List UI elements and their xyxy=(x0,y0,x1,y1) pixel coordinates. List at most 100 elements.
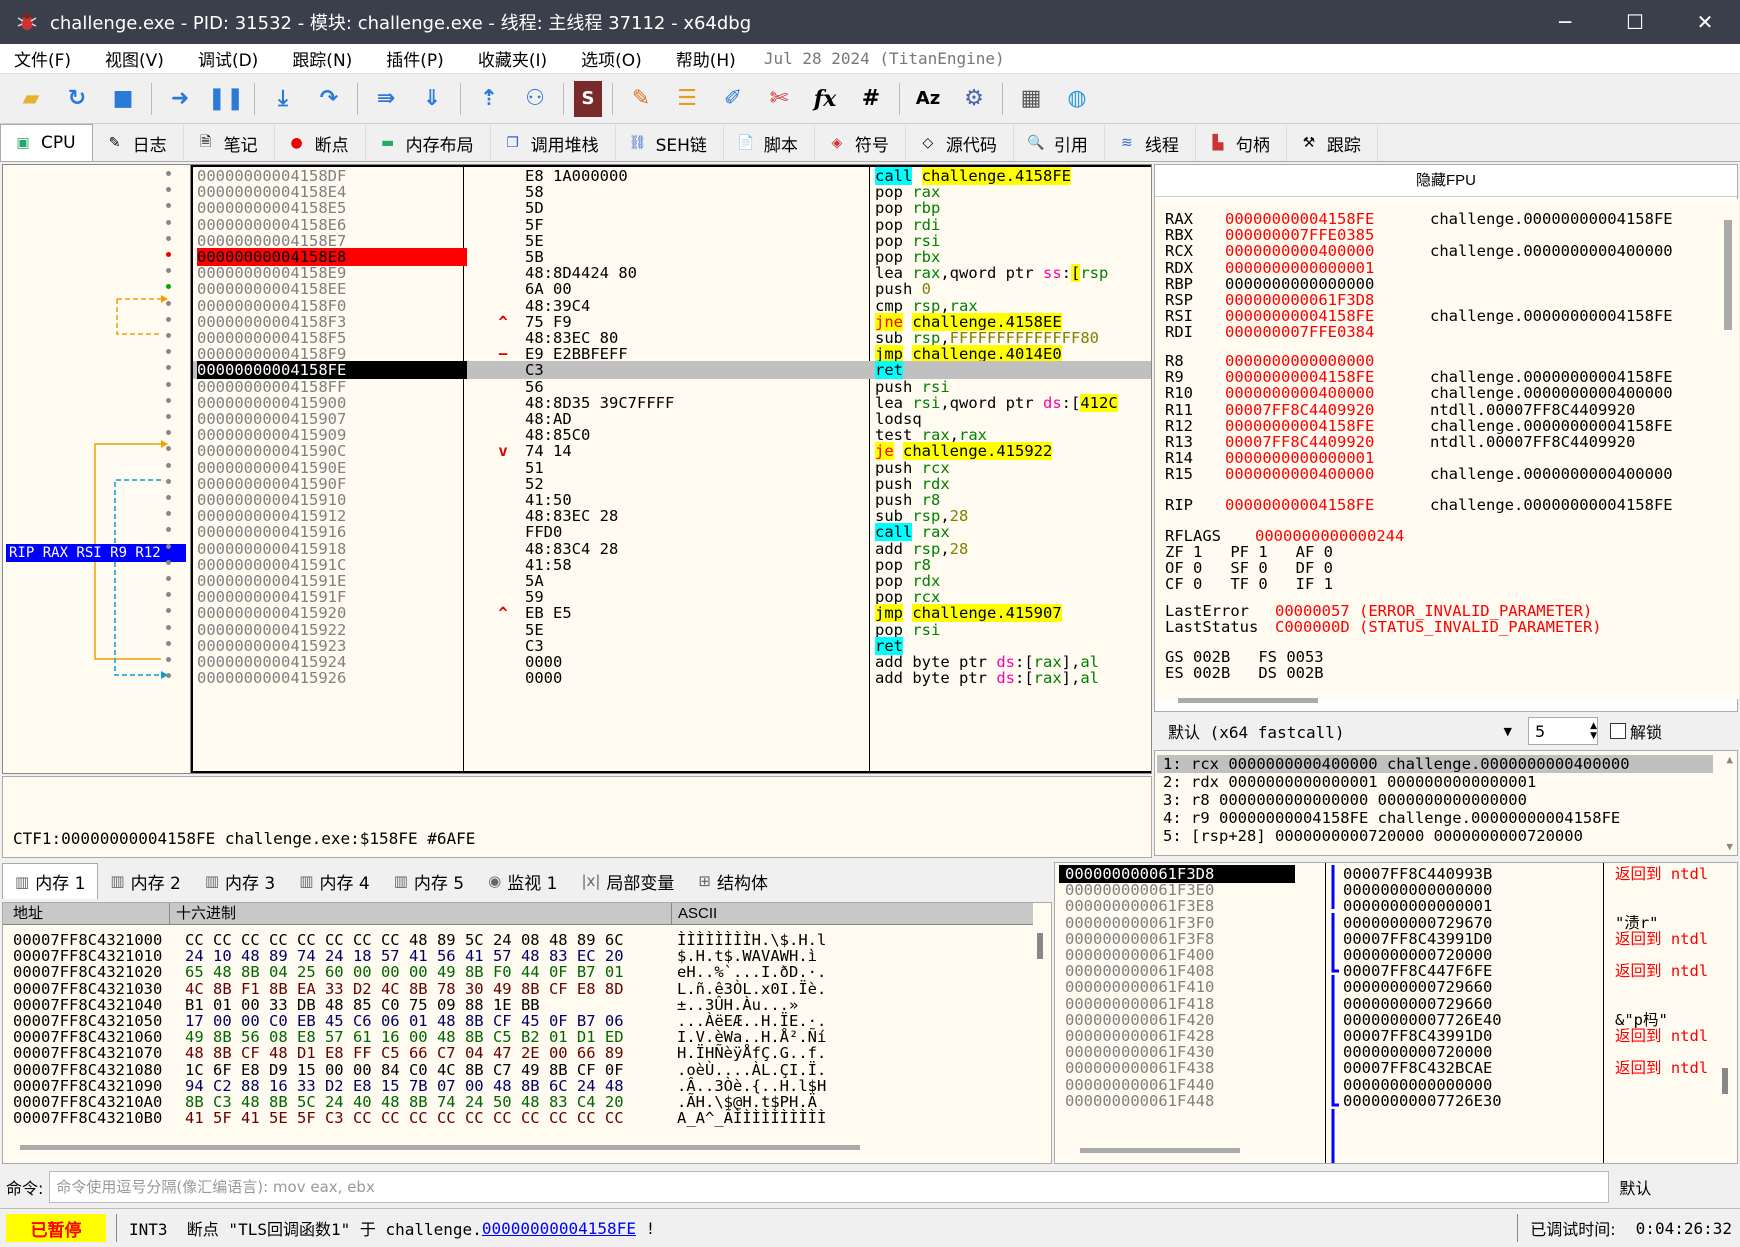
stack-address[interactable]: 000000000061F448 xyxy=(1065,1092,1214,1110)
segment-row[interactable]: ES 002B DS 002B xyxy=(1165,665,1324,681)
register-value[interactable]: 00000000004158FE xyxy=(1225,369,1430,385)
disasm-instruction[interactable]: add byte ptr ds:[rax],al xyxy=(875,669,1145,687)
tab-struct[interactable]: ⊞ 结构体 xyxy=(686,863,780,899)
register-value[interactable]: 000000007FFE0385 xyxy=(1225,227,1430,243)
dump-v-scrollbar[interactable] xyxy=(1037,933,1043,959)
disasm-row[interactable]: 0000000000415926 0000 add byte ptr ds:[rax… xyxy=(193,669,1151,687)
hex-dump[interactable]: 地址 十六进制 ASCII 00007FF8C4321000 CC CC CC C… xyxy=(2,902,1052,1164)
register-row[interactable]: RSI 00000000004158FE challenge.00000000004… xyxy=(1165,308,1673,324)
dump-header-address[interactable]: 地址 xyxy=(13,903,43,925)
register-row[interactable]: RDI 000000007FFE0384 xyxy=(1165,324,1430,340)
stop-icon[interactable]: ■ xyxy=(105,81,141,117)
row-marker-icon[interactable] xyxy=(166,462,171,468)
row-marker-icon[interactable] xyxy=(166,543,171,549)
patch-icon[interactable]: ✎ xyxy=(623,81,659,117)
flags-row[interactable]: OF 0 SF 0 DF 0 xyxy=(1165,560,1333,576)
run-icon[interactable]: ➜ xyxy=(162,81,198,117)
run-to-user-code-icon[interactable]: ⚇ xyxy=(517,81,553,117)
register-value[interactable]: 0000000000000000 xyxy=(1225,353,1430,369)
argument-row[interactable]: 5: [rsp+28] 0000000000720000 00000000007… xyxy=(1163,827,1583,845)
menu-options[interactable]: 选项(O) xyxy=(567,46,656,71)
step-into-icon[interactable]: ⤓ xyxy=(265,81,301,117)
menu-view[interactable]: 视图(V) xyxy=(91,46,178,71)
register-value[interactable]: C000000D (STATUS_INVALID_PARAMETER) xyxy=(1275,618,1602,636)
dump-ascii[interactable]: A_A^_ÃÌÌÌÌÌÌÌÌÌÌ xyxy=(677,1109,826,1127)
tab-trace[interactable]: ⚒ 跟踪 xyxy=(1287,125,1378,161)
variables-icon[interactable]: # xyxy=(853,81,889,117)
instruction-list[interactable]: 00000000004158DF E8 1A000000 call challeng… xyxy=(191,165,1151,773)
hide-fpu-button[interactable]: 隐藏FPU xyxy=(1155,165,1737,197)
register-value[interactable]: 0000000000400000 xyxy=(1225,385,1430,401)
register-row[interactable]: R13 00007FF8C4409920 ntdll.00007FF8C440992… xyxy=(1165,434,1635,450)
row-marker-icon[interactable] xyxy=(166,252,171,257)
scylla-icon[interactable]: S xyxy=(574,80,602,117)
register-row[interactable]: RFLAGS 0000000000000244 xyxy=(1165,528,1460,544)
register-row[interactable]: RAX 00000000004158FE challenge.00000000004… xyxy=(1165,211,1673,227)
minimize-button[interactable]: ─ xyxy=(1530,0,1600,44)
flags-row[interactable]: CF 0 TF 0 IF 1 xyxy=(1165,576,1333,592)
tab-log[interactable]: ✎ 日志 xyxy=(93,125,184,161)
row-marker-icon[interactable] xyxy=(166,381,171,387)
command-mode-select[interactable]: 默认 xyxy=(1619,1175,1651,1199)
menu-trace[interactable]: 跟踪(N) xyxy=(278,46,366,71)
bookmarks-icon[interactable]: ✄ xyxy=(761,81,797,117)
functions-icon[interactable]: fx xyxy=(807,81,843,117)
register-value[interactable]: 0000000000400000 xyxy=(1225,243,1430,259)
stack-row[interactable]: 000000000061F448 00000000007726E30 xyxy=(1055,1092,1737,1110)
calculator-icon[interactable]: ▦ xyxy=(1013,81,1049,117)
settings-icon[interactable]: ⚙ xyxy=(956,81,992,117)
registers-panel[interactable]: 隐藏FPU RAX 00000000004158FE challenge.00000… xyxy=(1154,164,1739,712)
dump-header-hex[interactable]: 十六进制 xyxy=(169,903,236,925)
tab-references[interactable]: 🔍 引用 xyxy=(1014,125,1105,161)
labels-icon[interactable]: ✐ xyxy=(715,81,751,117)
tab-memory-5[interactable]: ▥ 内存 5 xyxy=(382,863,476,899)
tab-memory-2[interactable]: ▥ 内存 2 xyxy=(98,863,192,899)
tab-symbols[interactable]: ◈ 符号 xyxy=(815,125,906,161)
row-marker-icon[interactable] xyxy=(166,657,171,662)
register-row[interactable]: R9 00000000004158FE challenge.000000000041… xyxy=(1165,369,1673,385)
register-value[interactable]: 000000000061F3D8 xyxy=(1225,292,1430,308)
dump-address[interactable]: 00007FF8C43210B0 xyxy=(13,1109,162,1127)
command-input[interactable]: 命令使用逗号分隔(像汇编语言): mov eax, ebx xyxy=(49,1171,1610,1203)
tab-seh[interactable]: ⛓ SEH链 xyxy=(616,125,724,161)
register-value[interactable]: 0000000000000001 xyxy=(1225,260,1430,276)
register-row[interactable]: RIP 00000000004158FE challenge.00000000004… xyxy=(1165,497,1673,513)
row-marker-icon[interactable] xyxy=(166,478,171,484)
menu-favourites[interactable]: 收藏夹(I) xyxy=(464,46,561,71)
tab-memory-4[interactable]: ▥ 内存 4 xyxy=(287,863,381,899)
step-over-icon[interactable]: ↷ xyxy=(311,81,347,117)
row-marker-icon[interactable] xyxy=(166,219,171,225)
register-value[interactable]: 00000000004158FE xyxy=(1225,211,1430,227)
register-value[interactable]: 00000000004158FE xyxy=(1225,418,1430,434)
row-marker-icon[interactable] xyxy=(166,559,171,565)
dump-header-ascii[interactable]: ASCII xyxy=(671,903,717,925)
menu-plugins[interactable]: 插件(P) xyxy=(372,46,458,71)
close-button[interactable]: ✕ xyxy=(1670,0,1740,44)
menu-debug[interactable]: 调试(D) xyxy=(184,46,272,71)
register-row[interactable]: RBX 000000007FFE0385 xyxy=(1165,227,1430,243)
arg-count-stepper[interactable]: 5 ▲ ▼ xyxy=(1528,717,1598,745)
row-marker-icon[interactable] xyxy=(166,235,171,241)
register-value[interactable]: 0000000000000244 xyxy=(1255,528,1460,544)
register-row[interactable]: RCX 0000000000400000 challenge.00000000004… xyxy=(1165,243,1673,259)
register-value[interactable]: 00000000004158FE xyxy=(1225,497,1430,513)
branch-gutter[interactable]: RIP RAX RSI R9 R12 xyxy=(3,165,191,773)
register-value[interactable]: 0000000000400000 xyxy=(1225,466,1430,482)
status-address-link[interactable]: 00000000004158FE xyxy=(482,1219,636,1238)
trace-over-icon[interactable]: ⇓ xyxy=(414,81,450,117)
tab-memory-map[interactable]: ▬ 内存布局 xyxy=(366,125,491,161)
tab-script[interactable]: 📄 脚本 xyxy=(724,125,815,161)
dump-hex[interactable]: 41 5F 41 5E 5F C3 CC CC CC CC CC CC CC C… xyxy=(185,1109,665,1127)
scroll-up-icon[interactable]: ▲ xyxy=(1726,753,1733,766)
register-row[interactable]: R8 0000000000000000 xyxy=(1165,353,1430,369)
register-row[interactable]: LastStatus C000000D (STATUS_INVALID_PARAM… xyxy=(1165,619,1602,635)
arguments-panel[interactable]: 1: rcx 0000000000400000 challenge.000000… xyxy=(1154,750,1738,856)
strings-icon[interactable]: Az xyxy=(910,81,946,117)
register-value[interactable]: 00000000004158FE xyxy=(1225,308,1430,324)
menu-file[interactable]: 文件(F) xyxy=(0,46,85,71)
row-marker-icon[interactable] xyxy=(166,495,171,500)
register-value[interactable]: 00007FF8C4409920 xyxy=(1225,402,1430,418)
argument-row[interactable]: 1: rcx 0000000000400000 challenge.000000… xyxy=(1163,755,1630,773)
disasm-address[interactable]: 0000000000415926 xyxy=(197,669,467,687)
row-marker-icon[interactable] xyxy=(166,300,171,306)
